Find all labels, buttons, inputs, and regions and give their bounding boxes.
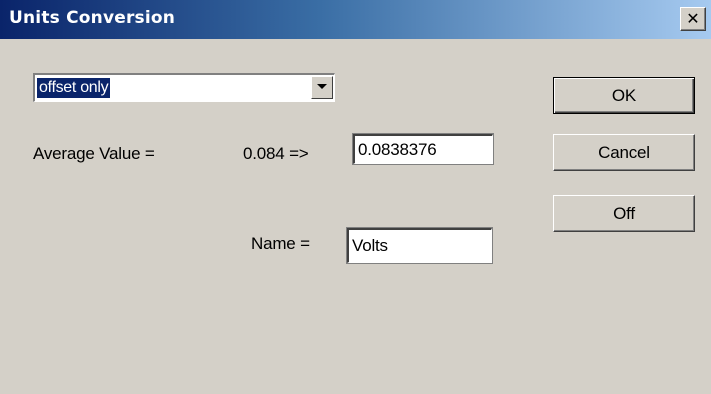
cancel-button[interactable]: Cancel <box>553 134 695 171</box>
off-button[interactable]: Off <box>553 195 695 232</box>
units-conversion-dialog: Units Conversion ✕ offset only Average V… <box>0 0 711 394</box>
title-bar[interactable]: Units Conversion ✕ <box>0 0 711 39</box>
chevron-down-icon <box>317 84 327 89</box>
mode-dropdown[interactable]: offset only <box>33 73 335 102</box>
name-label: Name = <box>251 234 310 253</box>
ok-button[interactable]: OK <box>553 77 695 114</box>
close-icon: ✕ <box>686 9 700 28</box>
units-name-input[interactable] <box>346 227 493 264</box>
dropdown-arrow-button[interactable] <box>311 76 333 99</box>
mode-dropdown-value: offset only <box>37 78 111 98</box>
window-title: Units Conversion <box>9 8 176 28</box>
measured-average-text: 0.084 => <box>243 144 309 163</box>
close-button[interactable]: ✕ <box>680 7 706 31</box>
average-value-label: Average Value = <box>33 144 155 163</box>
converted-average-input[interactable] <box>352 133 494 165</box>
